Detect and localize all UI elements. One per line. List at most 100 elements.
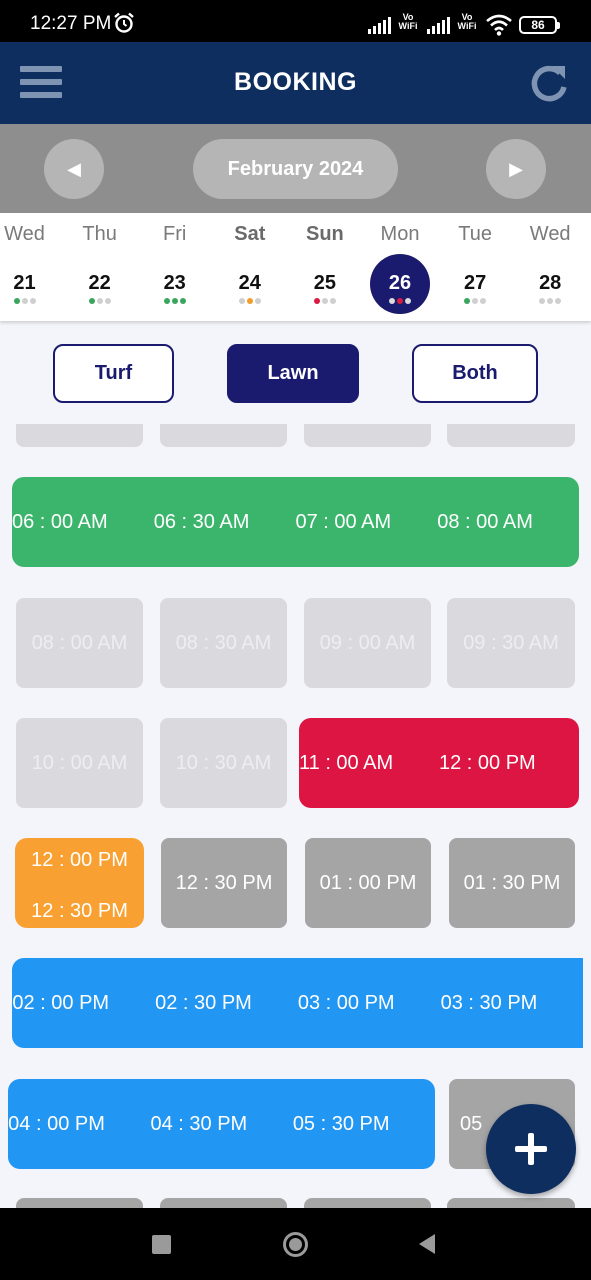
status-dot [13,298,20,304]
day-number: 25 [295,254,355,314]
status-dot [472,298,479,304]
alarm-icon [114,12,134,33]
time-slot[interactable] [16,424,143,447]
status-dot [21,298,28,304]
booking-indicator-dots [0,298,62,304]
day-number: 22 [70,254,130,314]
time-slot[interactable] [160,424,287,447]
day-name: Fri [163,223,187,245]
slot-time: 07 : 00 AM [295,510,392,533]
day-23[interactable]: Fri 23 [137,213,212,321]
day-number: 26 [370,254,430,314]
page-title: BOOKING [234,68,357,96]
booking-indicator-dots [287,298,362,304]
status-dot [397,298,403,304]
vowifi-label: Vo WiFi [457,12,477,31]
slot-time: 06 : 30 AM [153,510,250,533]
booking-block-orange[interactable]: 12 : 00 PM 12 : 30 PM [15,838,144,928]
filter-turf-button[interactable]: Turf [53,344,174,403]
add-booking-button[interactable] [486,1104,576,1194]
time-slot[interactable] [304,1198,431,1208]
day-number: 23 [145,254,205,314]
time-slot[interactable]: 09 : 30 AM [447,598,575,688]
day-24[interactable]: Sat 24 [212,213,287,321]
booking-indicator-dots [438,298,513,304]
day-name: Thu [82,223,117,245]
status-bar: 12:27 PM Vo WiFi Vo WiFi 86 [0,0,591,42]
status-dot [246,298,253,304]
day-number: 27 [445,254,505,314]
time-slot[interactable] [304,424,431,447]
time-slot[interactable]: 10 : 30 AM [160,718,287,808]
time-slot[interactable]: 10 : 00 AM [16,718,143,808]
status-dot [547,298,554,304]
month-navigation: ◀ February 2024 ▶ [0,124,591,213]
day-number-label: 21 [13,272,36,294]
day-strip: Wed 21 Thu 22 Fri 23 Sat 24 Sun 25 Mon 26 Tue 27 Wed 28 [0,213,591,321]
slot-time: 04 : 30 PM [150,1112,248,1135]
day-26[interactable]: Mon 26 [363,213,438,321]
next-month-button[interactable]: ▶ [486,139,546,199]
booking-indicator-dots [137,298,212,304]
vowifi-label: Vo WiFi [398,12,418,31]
slot-time: 06 : 00 AM [12,510,108,533]
status-dot [96,298,103,304]
time-slot[interactable]: 08 : 00 AM [16,598,143,688]
month-label[interactable]: February 2024 [193,139,398,199]
booking-indicator-dots [62,298,137,304]
status-dot [29,298,36,304]
status-dot [329,298,336,304]
status-dot [464,298,471,304]
day-number: 28 [520,254,580,314]
day-number-label: 23 [163,272,186,294]
slot-time: 12 : 30 PM [31,900,128,922]
recents-button[interactable] [152,1235,171,1254]
filter-lawn-button[interactable]: Lawn [227,344,359,403]
time-slot[interactable]: 09 : 00 AM [304,598,431,688]
booking-block-blue[interactable]: 02 : 00 PM 02 : 30 PM 03 : 00 PM 03 : 30… [12,958,583,1048]
day-name: Tue [458,223,492,245]
slot-time: 12 : 00 PM [439,751,536,774]
booking-block-green[interactable]: 06 : 00 AM 06 : 30 AM 07 : 00 AM 08 : 00… [12,477,579,567]
time-slot[interactable] [160,1198,287,1208]
status-dot [539,298,546,304]
day-25[interactable]: Sun 25 [287,213,362,321]
day-21[interactable]: Wed 21 [0,213,62,321]
day-number-label: 24 [238,272,261,294]
time-slot[interactable] [16,1198,143,1208]
day-name: Mon [380,223,420,245]
slot-time: 02 : 00 PM [12,991,110,1014]
time-slot[interactable]: 08 : 30 AM [160,598,287,688]
day-27[interactable]: Tue 27 [438,213,513,321]
booking-block-red[interactable]: 11 : 00 AM 12 : 00 PM [299,718,579,808]
signal-icon [368,16,391,34]
refresh-icon[interactable] [528,62,572,106]
battery-indicator: 86 [519,16,560,34]
back-icon[interactable] [416,1232,438,1256]
status-dot [480,298,487,304]
time-slot[interactable]: 01 : 00 PM [305,838,431,928]
status-dot [88,298,95,304]
day-22[interactable]: Thu 22 [62,213,137,321]
time-slot[interactable]: 01 : 30 PM [449,838,575,928]
status-dot [405,298,411,304]
time-slot[interactable] [447,1198,575,1208]
day-number-label: 27 [463,272,487,294]
day-name: Sun [306,223,344,245]
slot-time: 04 : 00 PM [8,1112,105,1135]
day-number-label: 28 [539,272,562,294]
day-number-label: 22 [88,272,111,294]
time-slot[interactable] [447,424,575,447]
prev-month-button[interactable]: ◀ [44,139,104,199]
status-dot [313,298,320,304]
status-dot [179,298,186,304]
time-slot[interactable]: 12 : 30 PM [161,838,287,928]
booking-block-blue[interactable]: 04 : 00 PM 04 : 30 PM 05 : 30 PM [8,1079,435,1169]
filter-both-button[interactable]: Both [412,344,538,403]
day-number: 24 [220,254,280,314]
status-dot [171,298,178,304]
day-name: Wed [4,223,45,245]
home-button[interactable] [283,1232,308,1257]
slot-time: 12 : 00 PM [31,849,128,871]
day-28[interactable]: Wed 28 [513,213,588,321]
